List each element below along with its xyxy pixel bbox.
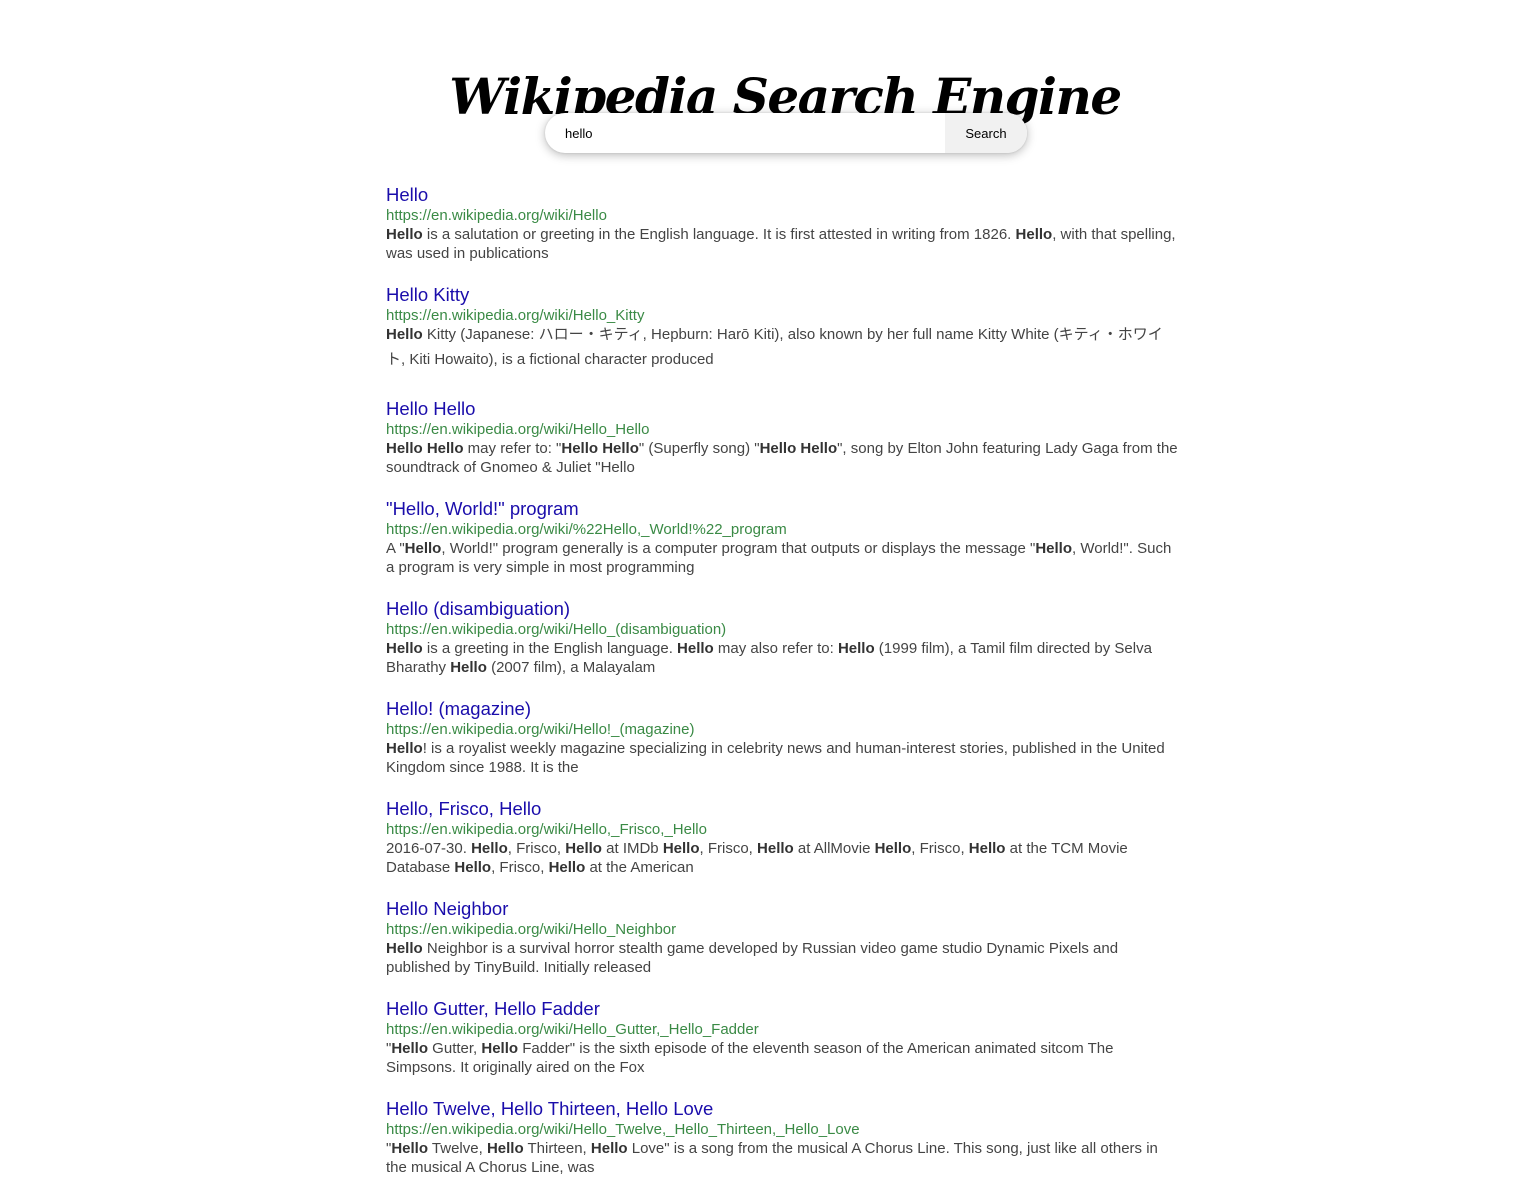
search-result: Hello, Frisco, Hello https://en.wikipedi… (386, 797, 1186, 897)
result-snippet: Hello Hello may refer to: "Hello Hello" … (386, 439, 1181, 477)
snippet-highlight: Hello (1035, 540, 1073, 557)
result-url: https://en.wikipedia.org/wiki/Hello (386, 207, 607, 224)
search-result: Hello Neighbor https://en.wikipedia.org/… (386, 897, 1186, 997)
search-button[interactable]: Search (945, 113, 1027, 153)
snippet-highlight: Hello (450, 659, 487, 676)
snippet-highlight: Hello (471, 840, 508, 857)
snippet-text: , Frisco, (507, 840, 566, 857)
snippet-highlight: Hello (454, 859, 492, 876)
search-input[interactable] (545, 113, 945, 153)
snippet-highlight: Hello (565, 840, 602, 857)
snippet-text: Gutter, (428, 1040, 482, 1057)
snippet-highlight: Hello (404, 540, 442, 557)
snippet-text: , Frisco, (491, 859, 549, 876)
snippet-highlight: Hello (968, 840, 1006, 857)
snippet-text: A " (386, 540, 405, 557)
snippet-text: , World!" program generally is a compute… (441, 540, 1036, 557)
result-title-link[interactable]: Hello Twelve, Hello Thirteen, Hello Love (386, 1097, 1186, 1120)
result-title-link[interactable]: Hello Hello (386, 397, 1186, 420)
result-url: https://en.wikipedia.org/wiki/Hello_Twel… (386, 1121, 860, 1138)
snippet-text: Thirteen, (523, 1140, 591, 1157)
result-title-link[interactable]: Hello, Frisco, Hello (386, 797, 1186, 820)
result-url: https://en.wikipedia.org/wiki/Hello!_(ma… (386, 721, 695, 738)
search-result: Hello Gutter, Hello Fadder https://en.wi… (386, 997, 1186, 1097)
search-result: Hello Kitty https://en.wikipedia.org/wik… (386, 283, 1186, 397)
snippet-highlight: Hello (662, 840, 700, 857)
snippet-text: is a greeting in the English language. (422, 640, 678, 657)
snippet-highlight: Hello (677, 640, 714, 657)
snippet-highlight: Hello (837, 640, 875, 657)
snippet-text: is a salutation or greeting in the Engli… (422, 226, 1016, 243)
snippet-text: Kitty (Japanese: ハロー・キティ, Hepburn: Harō … (386, 326, 1163, 368)
result-snippet: Hello Neighbor is a survival horror stea… (386, 939, 1181, 977)
result-snippet: "Hello Gutter, Hello Fadder" is the sixt… (386, 1039, 1181, 1077)
snippet-highlight: Hello (386, 226, 423, 243)
search-bar: Search (545, 113, 1027, 153)
snippet-highlight: Hello (386, 940, 423, 957)
search-result: Hello! (magazine) https://en.wikipedia.o… (386, 697, 1186, 797)
result-url: https://en.wikipedia.org/wiki/Hello_Hell… (386, 421, 650, 438)
snippet-highlight: Hello Hello (759, 440, 838, 457)
snippet-text: 2016-07-30. (386, 840, 472, 857)
snippet-text: , Frisco, (911, 840, 969, 857)
result-title-link[interactable]: "Hello, World!" program (386, 497, 1186, 520)
snippet-highlight: Hello (391, 1140, 429, 1157)
snippet-text: ! is a royalist weekly magazine speciali… (386, 740, 1165, 776)
result-url: https://en.wikipedia.org/wiki/Hello_Neig… (386, 921, 677, 938)
result-snippet: Hello is a salutation or greeting in the… (386, 225, 1181, 263)
snippet-text: " (Superfly song) " (638, 440, 760, 457)
result-snippet: 2016-07-30. Hello, Frisco, Hello at IMDb… (386, 839, 1181, 877)
snippet-text: , Frisco, (699, 840, 758, 857)
results-list: Hello https://en.wikipedia.org/wiki/Hell… (386, 183, 1186, 1197)
snippet-text: may also refer to: (713, 640, 838, 657)
snippet-highlight: Hello Hello (561, 440, 639, 457)
search-result: Hello Hello https://en.wikipedia.org/wik… (386, 397, 1186, 497)
snippet-highlight: Hello (386, 740, 423, 757)
result-title-link[interactable]: Hello Neighbor (386, 897, 1186, 920)
result-snippet: Hello Kitty (Japanese: ハロー・キティ, Hepburn:… (386, 322, 1181, 372)
snippet-text: Twelve, (428, 1140, 487, 1157)
snippet-highlight: Hello (386, 326, 423, 343)
snippet-highlight: Hello (481, 1040, 519, 1057)
result-url: https://en.wikipedia.org/wiki/%22Hello,_… (386, 521, 787, 538)
snippet-highlight: Hello Hello (386, 440, 464, 457)
snippet-text: Neighbor is a survival horror stealth ga… (386, 940, 1119, 976)
result-url: https://en.wikipedia.org/wiki/Hello_(dis… (386, 621, 727, 638)
snippet-highlight: Hello (757, 840, 794, 857)
snippet-highlight: Hello (1015, 226, 1053, 243)
result-snippet: A "Hello, World!" program generally is a… (386, 539, 1181, 577)
snippet-text: at AllMovie (793, 840, 875, 857)
result-title-link[interactable]: Hello (disambiguation) (386, 597, 1186, 620)
result-snippet: "Hello Twelve, Hello Thirteen, Hello Lov… (386, 1139, 1181, 1177)
search-result: "Hello, World!" program https://en.wikip… (386, 497, 1186, 597)
result-url: https://en.wikipedia.org/wiki/Hello,_Fri… (386, 821, 707, 838)
snippet-text: at the American (585, 859, 694, 876)
snippet-highlight: Hello (386, 640, 423, 657)
snippet-highlight: Hello (874, 840, 912, 857)
snippet-text: may refer to: " (463, 440, 562, 457)
snippet-text: (2007 film), a Malayalam (486, 659, 656, 676)
snippet-highlight: Hello (548, 859, 586, 876)
snippet-highlight: Hello (590, 1140, 628, 1157)
result-url: https://en.wikipedia.org/wiki/Hello_Gutt… (386, 1021, 759, 1038)
snippet-highlight: Hello (486, 1140, 524, 1157)
result-snippet: Hello is a greeting in the English langu… (386, 639, 1181, 677)
snippet-text: at IMDb (601, 840, 663, 857)
result-title-link[interactable]: Hello Gutter, Hello Fadder (386, 997, 1186, 1020)
search-result: Hello https://en.wikipedia.org/wiki/Hell… (386, 183, 1186, 283)
result-snippet: Hello! is a royalist weekly magazine spe… (386, 739, 1181, 777)
result-title-link[interactable]: Hello Kitty (386, 283, 1186, 306)
snippet-highlight: Hello (391, 1040, 429, 1057)
search-result: Hello Twelve, Hello Thirteen, Hello Love… (386, 1097, 1186, 1197)
search-result: Hello (disambiguation) https://en.wikipe… (386, 597, 1186, 697)
result-title-link[interactable]: Hello! (magazine) (386, 697, 1186, 720)
result-title-link[interactable]: Hello (386, 183, 1186, 206)
